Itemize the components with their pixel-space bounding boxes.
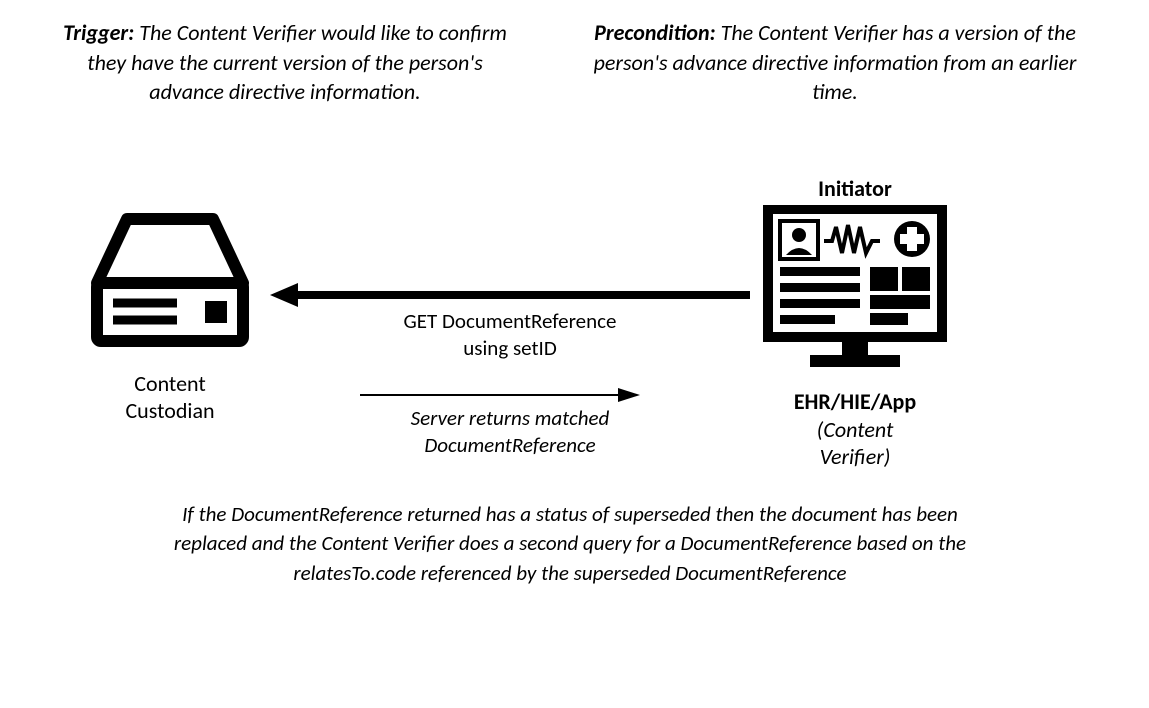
response-arrow-right (360, 385, 640, 405)
ehr-sub-label-2: Verifier) (820, 443, 891, 470)
precondition-label: Precondition: (594, 19, 716, 46)
precondition-text: Precondition: The Content Verifier has a… (590, 18, 1080, 107)
request-arrow-left (270, 280, 750, 310)
ehr-main-label: EHR/HIE/App (794, 388, 916, 415)
trigger-label: Trigger: (63, 19, 134, 46)
arrow1-line2: using setID (463, 335, 557, 361)
arrow1-line1: GET DocumentReference (404, 308, 617, 334)
response-arrow-label: Server returns matched DocumentReference (310, 405, 710, 460)
disk-drive-icon (85, 205, 255, 355)
ehr-label: EHR/HIE/App (Content Verifier) (745, 388, 965, 471)
custodian-word2: Custodian (125, 397, 214, 424)
arrow2-line1: Server returns matched (411, 405, 610, 431)
bottom-note: If the DocumentReference returned has a … (160, 500, 980, 588)
trigger-text: Trigger: The Content Verifier would like… (55, 18, 515, 107)
ehr-monitor-icon (760, 205, 950, 375)
request-arrow-label: GET DocumentReference using setID (310, 308, 710, 363)
ehr-sub-label-1: (Content (817, 416, 894, 443)
initiator-label: Initiator (745, 175, 965, 202)
content-custodian-label: Content Custodian (85, 370, 255, 424)
trigger-body: The Content Verifier would like to confi… (87, 19, 507, 105)
custodian-word1: Content (134, 370, 206, 397)
arrow2-line2: DocumentReference (424, 432, 595, 458)
